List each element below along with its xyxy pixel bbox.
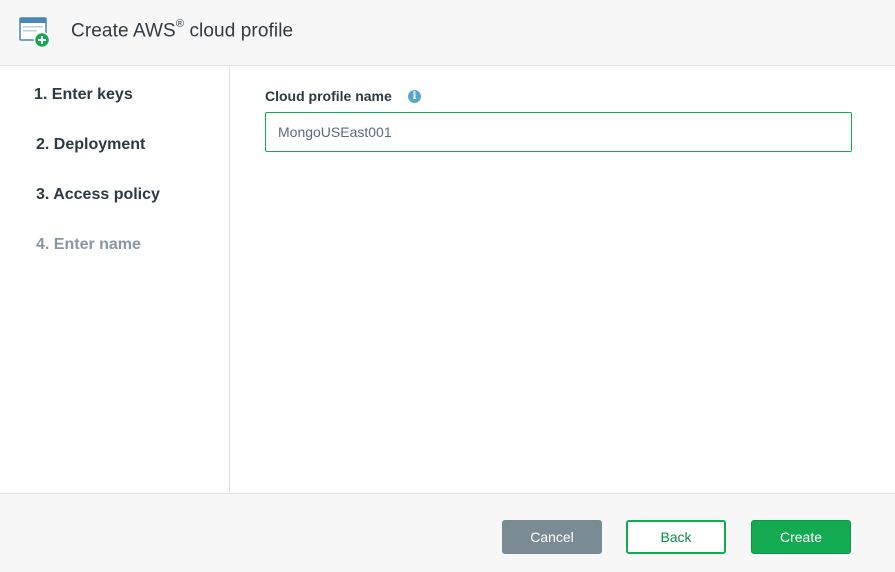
info-icon[interactable]: i xyxy=(408,90,421,103)
dialog-title: Create AWS® cloud profile xyxy=(71,18,294,42)
dialog-title-suffix: cloud profile xyxy=(184,20,294,42)
step-enter-name[interactable]: 4. Enter name xyxy=(36,236,141,254)
cancel-button[interactable]: Cancel xyxy=(502,520,602,554)
cloud-profile-name-input[interactable] xyxy=(265,112,852,152)
main-panel: Cloud profile name i xyxy=(231,66,895,493)
dialog-title-prefix: Create AWS xyxy=(71,20,176,42)
step-deployment[interactable]: 2. Deployment xyxy=(36,136,145,154)
registered-mark: ® xyxy=(175,18,185,30)
dialog-header: Create AWS® cloud profile xyxy=(0,0,895,66)
create-cloud-profile-dialog: Create AWS® cloud profile 1. Enter keys … xyxy=(0,0,895,572)
window-add-icon xyxy=(19,17,51,49)
step-enter-keys[interactable]: 1. Enter keys xyxy=(34,86,133,104)
steps-sidebar: 1. Enter keys 2. Deployment 3. Access po… xyxy=(0,66,230,493)
step-access-policy[interactable]: 3. Access policy xyxy=(36,186,160,204)
back-button[interactable]: Back xyxy=(626,520,726,554)
create-button[interactable]: Create xyxy=(751,520,851,554)
dialog-footer: Cancel Back Create xyxy=(0,493,895,572)
cloud-profile-name-label: Cloud profile name xyxy=(265,88,392,104)
